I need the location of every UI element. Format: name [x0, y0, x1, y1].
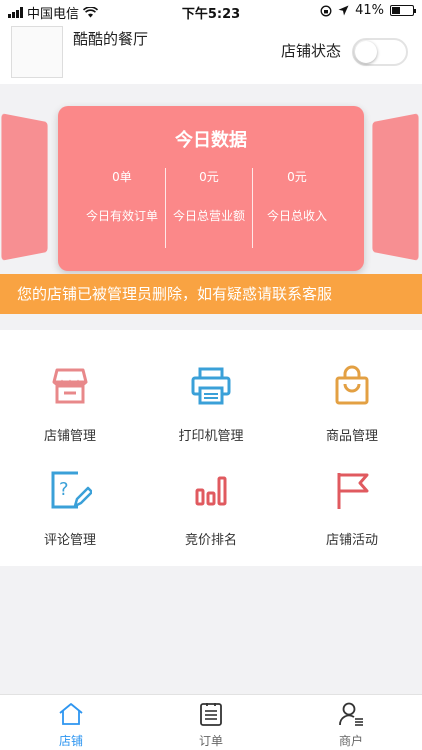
- shopping-bag-icon: [335, 365, 369, 405]
- function-menu: 店铺管理 打印机管理 商品管理 ? 评论管理 竞价排名 店铺活动: [0, 330, 422, 566]
- stat-total-income: 0元 今日总收入: [248, 168, 346, 224]
- tab-label: 订单: [198, 734, 223, 748]
- tab-merchant[interactable]: 商户: [311, 701, 391, 749]
- flag-icon: [337, 473, 369, 509]
- stat-total-turnover: 0元 今日总营业额: [160, 168, 258, 224]
- store-status-label: 店铺状态: [281, 42, 342, 60]
- bottom-tab-bar: 店铺 订单 商户: [0, 694, 422, 750]
- stat-value: 0单: [112, 170, 132, 184]
- bar-chart-icon: [195, 476, 227, 506]
- tab-label: 店铺: [58, 734, 83, 748]
- battery-icon: [390, 5, 416, 16]
- menu-item-store-activity[interactable]: 店铺活动: [282, 468, 422, 548]
- shop-header: 酷酷的餐厅 店铺状态: [0, 22, 422, 84]
- tab-label: 商户: [338, 734, 363, 748]
- tab-store[interactable]: 店铺: [31, 701, 111, 749]
- home-icon: [59, 703, 83, 725]
- merchant-icon: [339, 702, 363, 726]
- comment-edit-icon: ?: [51, 471, 94, 509]
- menu-label: 店铺管理: [43, 429, 96, 444]
- menu-label: 竞价排名: [184, 533, 237, 548]
- shop-name: 酷酷的餐厅: [73, 30, 149, 48]
- menu-item-product-management[interactable]: 商品管理: [282, 364, 422, 444]
- menu-item-store-management[interactable]: 店铺管理: [0, 364, 140, 444]
- notice-bar[interactable]: 您的店铺已被管理员删除，如有疑惑请联系客服: [0, 274, 422, 314]
- toggle-knob: [355, 41, 377, 63]
- status-right: 41%: [320, 3, 416, 18]
- menu-item-comment-management[interactable]: ? 评论管理: [0, 468, 140, 548]
- svg-text:?: ?: [59, 479, 69, 500]
- battery-percent: 41%: [355, 3, 384, 18]
- store-status-toggle[interactable]: [352, 38, 408, 66]
- shop-logo[interactable]: [11, 26, 63, 78]
- order-list-icon: [200, 703, 222, 726]
- stat-label: 今日总收入: [266, 209, 327, 223]
- carousel-side-card-left[interactable]: [1, 113, 48, 261]
- stat-label: 今日有效订单: [85, 209, 158, 223]
- store-icon: [52, 368, 88, 404]
- menu-item-printer-management[interactable]: 打印机管理: [141, 364, 281, 444]
- stat-label: 今日总营业额: [172, 209, 245, 223]
- menu-label: 店铺活动: [325, 533, 378, 548]
- printer-icon: [191, 367, 231, 405]
- today-data-card[interactable]: 今日数据 0单 今日有效订单 0元 今日总营业额 0元 今日总收入: [58, 106, 364, 271]
- stat-value: 0元: [199, 170, 219, 184]
- today-data-title: 今日数据: [175, 130, 247, 151]
- menu-label: 商品管理: [325, 429, 378, 444]
- carousel-side-card-right[interactable]: [372, 113, 419, 261]
- data-carousel[interactable]: 今日数据 0单 今日有效订单 0元 今日总营业额 0元 今日总收入: [0, 84, 422, 274]
- status-bar: 中国电信 下午5:23 41%: [0, 0, 422, 22]
- menu-label: 评论管理: [43, 533, 96, 548]
- stat-value: 0元: [287, 170, 307, 184]
- menu-label: 打印机管理: [178, 429, 244, 444]
- stat-valid-orders: 0单 今日有效订单: [73, 168, 171, 224]
- location-icon: [338, 5, 349, 16]
- menu-item-bidding-ranking[interactable]: 竞价排名: [141, 468, 281, 548]
- tab-orders[interactable]: 订单: [171, 701, 251, 749]
- rotation-lock-icon: [320, 5, 332, 16]
